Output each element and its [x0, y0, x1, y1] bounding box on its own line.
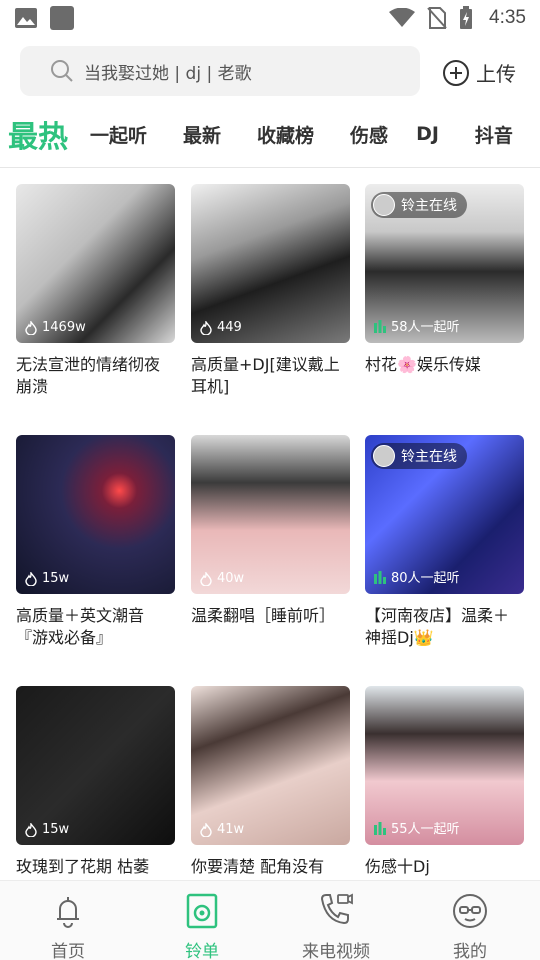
playlist-cover: 449 [191, 184, 350, 343]
nav-profile-label: 我的 [453, 942, 487, 960]
play-count-value: 15w [42, 571, 70, 586]
add-circle-icon [443, 59, 469, 86]
play-count-value: 15w [42, 822, 70, 837]
playlist-cover: 铃主在线 80人一起听 [365, 435, 524, 594]
tab-sad[interactable]: 伤感 [350, 121, 388, 148]
playlist-title: 温柔翻唱［睡前听］ [191, 606, 336, 625]
flame-icon [25, 320, 37, 335]
tab-dj[interactable]: DJ [416, 123, 439, 145]
listeners-count-value: 58人一起听 [391, 320, 460, 335]
playlist-title: 村花🌸娱乐传媒 [365, 355, 481, 374]
owner-online-badge: 铃主在线 [371, 192, 467, 218]
playlist-cover: 1469w [16, 184, 175, 343]
tab-hottest[interactable]: 最热 [8, 112, 68, 156]
listeners-count: 55人一起听 [373, 818, 460, 837]
playlist-title: 你要清楚 配角没有 [191, 857, 325, 876]
app-square-icon [50, 6, 74, 30]
play-count: 41w [199, 822, 244, 837]
tabs-divider [0, 167, 540, 168]
equalizer-icon [374, 319, 386, 333]
tab-douyin[interactable]: 抖音 [475, 121, 513, 148]
listeners-count: 80人一起听 [373, 567, 460, 586]
image-icon [15, 8, 37, 28]
play-count: 449 [199, 320, 242, 335]
play-count-value: 1469w [42, 320, 86, 335]
no-sim-icon [427, 7, 447, 29]
equalizer-icon [374, 821, 386, 835]
wifi-icon [389, 8, 416, 27]
nav-playlist-label: 铃单 [185, 942, 219, 960]
flame-icon [200, 571, 212, 586]
playlist-cover: 55人一起听 [365, 686, 524, 845]
flame-icon [200, 320, 212, 335]
play-count-value: 41w [217, 822, 245, 837]
tab-newest[interactable]: 最新 [183, 121, 221, 148]
listeners-count-value: 55人一起听 [391, 822, 460, 837]
listeners-count: 58人一起听 [373, 316, 460, 335]
clock: 4:35 [489, 7, 526, 28]
listeners-count-value: 80人一起听 [391, 571, 460, 586]
playlist-title: 【河南夜店】温柔＋神摇Dj👑 [365, 606, 510, 647]
playlist-title: 伤感十Dj [365, 857, 430, 876]
playlist-cover: 40w [191, 435, 350, 594]
tab-listen-together[interactable]: 一起听 [90, 121, 147, 148]
avatar [373, 194, 395, 216]
playlist-icon [186, 893, 218, 929]
nav-home[interactable]: 首页 [8, 891, 128, 960]
nav-call-video[interactable]: 来电视频 [276, 891, 396, 960]
playlist-title: 高质量＋英文潮音『游戏必备』 [16, 606, 145, 647]
playlist-title: 玫瑰到了花期 枯萎 [16, 857, 150, 876]
equalizer-icon [374, 570, 386, 584]
nav-playlist[interactable]: 铃单 [142, 891, 262, 960]
play-count: 15w [24, 822, 69, 837]
avatar [373, 445, 395, 467]
owner-online-label: 铃主在线 [401, 449, 457, 465]
playlist-title: 无法宣泄的情绪彻夜崩溃 [16, 355, 161, 396]
search-input[interactable]: 当我娶过她 | dj | 老歌 [20, 46, 420, 96]
status-bar: 4:35 [0, 0, 540, 36]
owner-online-label: 铃主在线 [401, 198, 457, 214]
playlist-cover: 铃主在线 58人一起听 [365, 184, 524, 343]
flame-icon [200, 822, 212, 837]
flame-icon [25, 571, 37, 586]
battery-charging-icon [460, 6, 473, 29]
upload-label: 上传 [476, 62, 516, 86]
flame-icon [25, 822, 37, 837]
playlist-cover: 15w [16, 686, 175, 845]
search-icon [51, 60, 73, 82]
profile-icon [453, 894, 487, 928]
play-count: 15w [24, 571, 69, 586]
playlist-cover: 41w [191, 686, 350, 845]
owner-online-badge: 铃主在线 [371, 443, 467, 469]
play-count-value: 449 [217, 320, 242, 335]
nav-profile[interactable]: 我的 [410, 891, 530, 960]
bell-icon [57, 897, 79, 928]
search-placeholder: 当我娶过她 | dj | 老歌 [84, 63, 252, 84]
bottom-nav: 首页 铃单 来电视频 我的 [0, 880, 540, 960]
playlist-cover: 15w [16, 435, 175, 594]
phone-video-icon [320, 893, 353, 925]
play-count: 40w [199, 571, 244, 586]
upload-button[interactable]: 上传 [442, 58, 516, 87]
nav-home-label: 首页 [51, 942, 85, 960]
nav-call-video-label: 来电视频 [302, 942, 370, 960]
tab-favorites-chart[interactable]: 收藏榜 [257, 121, 314, 148]
search-row: 当我娶过她 | dj | 老歌 上传 [0, 46, 540, 98]
category-tabs: 最热 一起听 最新 收藏榜 伤感 DJ 抖音 [0, 108, 540, 160]
playlist-title: 高质量+DJ[建议戴上耳机] [191, 355, 340, 396]
play-count: 1469w [24, 320, 86, 335]
play-count-value: 40w [217, 571, 245, 586]
